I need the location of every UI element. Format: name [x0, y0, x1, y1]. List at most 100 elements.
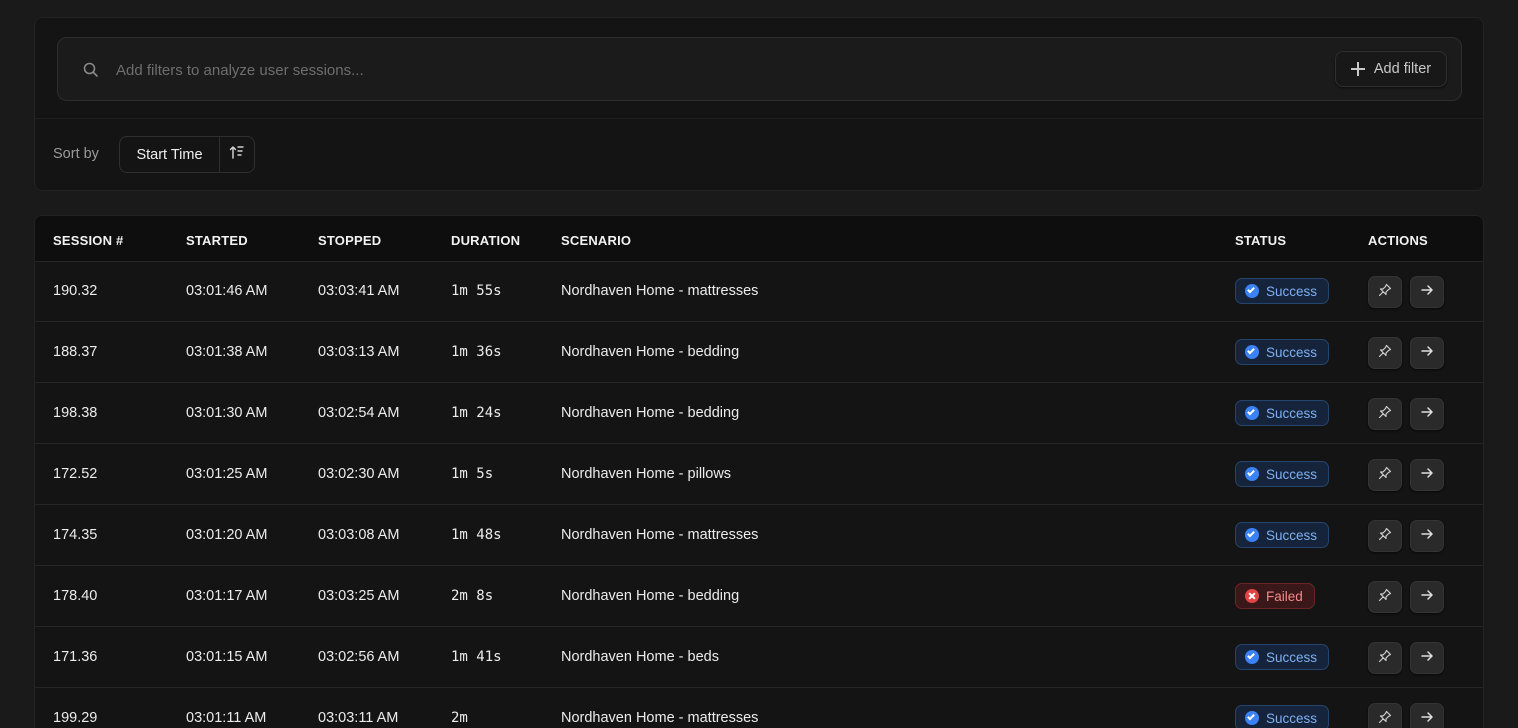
status-label: Success	[1266, 344, 1318, 360]
open-session-button[interactable]	[1410, 337, 1444, 369]
pin-button[interactable]	[1368, 276, 1402, 308]
table-row[interactable]: 199.29 03:01:11 AM 03:03:11 AM 2m Nordhaven …	[35, 688, 1483, 728]
scenario: Nordhaven Home - mattresses	[561, 527, 759, 543]
header-session: SESSION #	[53, 233, 124, 248]
pin-button[interactable]	[1368, 337, 1402, 369]
sort-field-select[interactable]: Start Time	[120, 137, 220, 172]
stopped-time: 03:03:25 AM	[318, 588, 400, 604]
pin-icon	[1378, 283, 1392, 302]
error-icon	[1245, 589, 1259, 603]
header-scenario: SCENARIO	[561, 233, 632, 248]
check-circle-icon	[1245, 406, 1259, 420]
status-badge: Success	[1235, 339, 1330, 365]
pin-button[interactable]	[1368, 398, 1402, 430]
status-badge: Success	[1235, 461, 1330, 487]
pin-button[interactable]	[1368, 581, 1402, 613]
open-session-button[interactable]	[1410, 276, 1444, 308]
arrow-right-icon	[1420, 344, 1434, 363]
table-row[interactable]: 188.37 03:01:38 AM 03:03:13 AM 1m 36s Nordha…	[35, 322, 1483, 383]
status-badge: Failed	[1235, 583, 1315, 609]
session-id: 178.40	[53, 588, 98, 604]
status-label: Success	[1266, 405, 1318, 421]
pin-icon	[1378, 466, 1392, 485]
stopped-time: 03:02:54 AM	[318, 405, 400, 421]
arrow-right-icon	[1420, 283, 1434, 302]
search-icon	[82, 61, 100, 79]
status-badge: Success	[1235, 400, 1330, 426]
pin-icon	[1378, 588, 1392, 607]
session-id: 188.37	[53, 344, 98, 360]
started-time: 03:01:46 AM	[186, 283, 268, 299]
open-session-button[interactable]	[1410, 642, 1444, 674]
sort-direction-toggle[interactable]	[220, 137, 254, 172]
open-session-button[interactable]	[1410, 398, 1444, 430]
started-time: 03:01:38 AM	[186, 344, 268, 360]
duration: 1m 24s	[451, 405, 502, 421]
session-id: 174.35	[53, 527, 98, 543]
duration: 1m 36s	[451, 344, 502, 360]
pin-button[interactable]	[1368, 520, 1402, 552]
started-time: 03:01:15 AM	[186, 649, 268, 665]
divider	[35, 118, 1483, 119]
pin-icon	[1378, 405, 1392, 424]
status-badge: Success	[1235, 705, 1330, 728]
sort-label: Sort by	[53, 146, 99, 162]
status-badge: Success	[1235, 278, 1330, 304]
status-label: Success	[1266, 649, 1318, 665]
table-row[interactable]: 178.40 03:01:17 AM 03:03:25 AM 2m 8s Nordhav…	[35, 566, 1483, 627]
open-session-button[interactable]	[1410, 520, 1444, 552]
header-duration: DURATION	[451, 233, 521, 248]
pin-button[interactable]	[1368, 642, 1402, 674]
pin-icon	[1378, 649, 1392, 668]
open-session-button[interactable]	[1410, 703, 1444, 728]
sessions-table: SESSION # STARTED STOPPED DURATION SCENA…	[34, 215, 1484, 728]
session-id: 198.38	[53, 405, 98, 421]
pin-icon	[1378, 710, 1392, 728]
filter-search-bar[interactable]: Add filter	[57, 37, 1462, 101]
sort-control: Start Time	[119, 136, 255, 173]
table-row[interactable]: 190.32 03:01:46 AM 03:03:41 AM 1m 55s Nordha…	[35, 261, 1483, 322]
scenario: Nordhaven Home - bedding	[561, 344, 740, 360]
check-circle-icon	[1245, 345, 1259, 359]
scenario: Nordhaven Home - mattresses	[561, 710, 759, 726]
check-circle-icon	[1245, 711, 1259, 725]
status-label: Success	[1266, 466, 1318, 482]
check-circle-icon	[1245, 528, 1259, 542]
stopped-time: 03:02:56 AM	[318, 649, 400, 665]
stopped-time: 03:03:08 AM	[318, 527, 400, 543]
table-row[interactable]: 172.52 03:01:25 AM 03:02:30 AM 1m 5s Nordhav…	[35, 444, 1483, 505]
check-circle-icon	[1245, 467, 1259, 481]
pin-button[interactable]	[1368, 703, 1402, 728]
table-row[interactable]: 171.36 03:01:15 AM 03:02:56 AM 1m 41s Nordha…	[35, 627, 1483, 688]
session-id: 171.36	[53, 649, 98, 665]
table-header: SESSION # STARTED STOPPED DURATION SCENA…	[35, 216, 1483, 262]
scenario: Nordhaven Home - bedding	[561, 405, 740, 421]
stopped-time: 03:03:13 AM	[318, 344, 400, 360]
stopped-time: 03:03:41 AM	[318, 283, 400, 299]
started-time: 03:01:17 AM	[186, 588, 268, 604]
table-row[interactable]: 198.38 03:01:30 AM 03:02:54 AM 1m 24s Nordha…	[35, 383, 1483, 444]
header-started: STARTED	[186, 233, 248, 248]
add-filter-button[interactable]: Add filter	[1335, 51, 1447, 87]
stopped-time: 03:02:30 AM	[318, 466, 400, 482]
header-status: STATUS	[1235, 233, 1287, 248]
status-badge: Success	[1235, 644, 1330, 670]
open-session-button[interactable]	[1410, 459, 1444, 491]
session-id: 190.32	[53, 283, 98, 299]
arrow-right-icon	[1420, 649, 1434, 668]
plus-icon	[1350, 62, 1365, 76]
arrow-right-icon	[1420, 527, 1434, 546]
scenario: Nordhaven Home - bedding	[561, 588, 740, 604]
open-session-button[interactable]	[1410, 581, 1444, 613]
pin-button[interactable]	[1368, 459, 1402, 491]
arrow-right-icon	[1420, 588, 1434, 607]
check-circle-icon	[1245, 650, 1259, 664]
scenario: Nordhaven Home - mattresses	[561, 283, 759, 299]
filter-search-input[interactable]	[116, 58, 1216, 82]
add-filter-label: Add filter	[1373, 61, 1432, 77]
started-time: 03:01:25 AM	[186, 466, 268, 482]
table-row[interactable]: 174.35 03:01:20 AM 03:03:08 AM 1m 48s Nordha…	[35, 505, 1483, 566]
arrow-right-icon	[1420, 405, 1434, 424]
arrow-right-icon	[1420, 466, 1434, 485]
status-label: Success	[1266, 710, 1318, 726]
